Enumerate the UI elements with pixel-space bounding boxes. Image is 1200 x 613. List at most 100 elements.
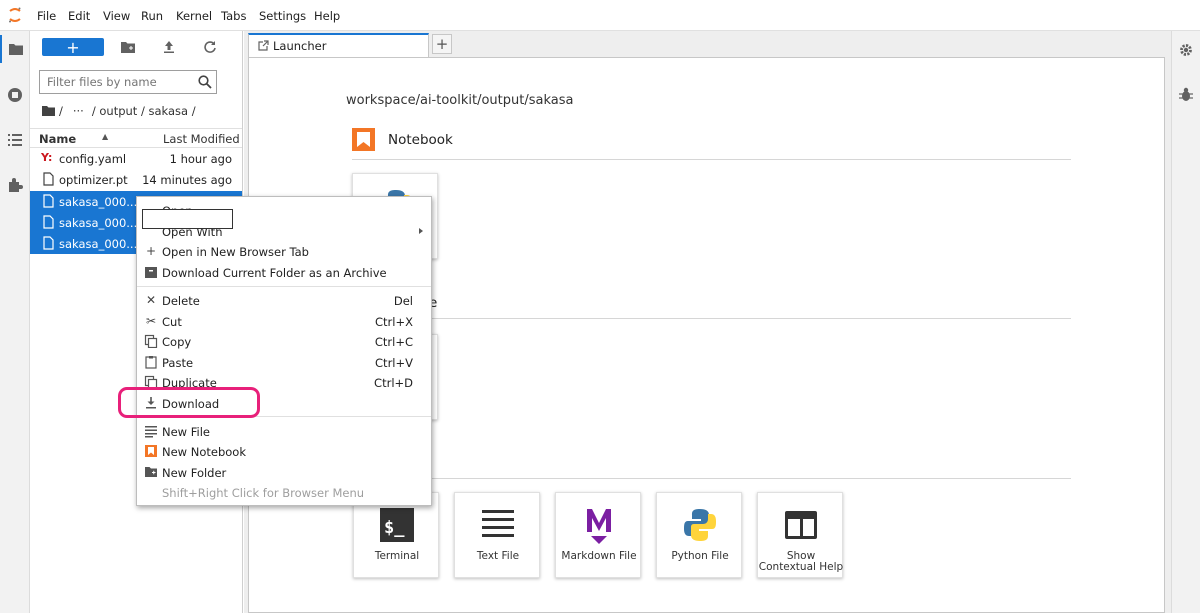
section-divider — [352, 478, 1071, 479]
menu-run[interactable]: Run — [141, 9, 163, 23]
upload-icon — [164, 41, 174, 53]
tab-bar: Launcher + — [244, 31, 1171, 57]
launcher-icon — [258, 40, 269, 51]
file-list-header: Name ▲ Last Modified — [30, 128, 242, 148]
menu-item-open-new-tab[interactable]: + Open in New Browser Tab — [137, 241, 431, 261]
card-label: Show Contextual Help — [758, 550, 844, 573]
text-file-card[interactable]: Text File — [454, 492, 540, 578]
card-label: Python File — [671, 550, 729, 562]
file-icon — [43, 172, 54, 186]
python-file-card[interactable]: Python File — [656, 492, 742, 578]
menu-item-label: Download Current Folder as an Archive — [162, 266, 387, 280]
menu-item-shortcut: Ctrl+D — [374, 376, 413, 390]
section-divider — [352, 159, 1071, 160]
name-column-header[interactable]: Name — [39, 132, 76, 146]
new-tab-button[interactable]: + — [432, 34, 452, 54]
notebook-section-icon — [352, 128, 375, 151]
table-of-contents-tab[interactable] — [0, 126, 30, 154]
file-name: optimizer.pt — [59, 173, 128, 187]
breadcrumb: / ··· / output / sakasa / — [42, 103, 196, 119]
menu-item-label: Paste — [162, 356, 194, 370]
contextual-help-card[interactable]: Show Contextual Help — [757, 492, 843, 578]
menu-hint-label: Shift+Right Click for Browser Menu — [162, 486, 365, 500]
file-name: sakasa_000... — [59, 216, 138, 230]
copy-icon — [144, 334, 158, 348]
gear-icon[interactable] — [1179, 43, 1193, 57]
markdown-file-card[interactable]: Markdown File — [555, 492, 641, 578]
menu-file[interactable]: File — [37, 9, 56, 23]
menu-item-new-file[interactable]: New File — [137, 421, 431, 441]
menu-item-shortcut: Del — [393, 294, 413, 308]
new-folder-icon — [145, 467, 157, 477]
close-icon: ✕ — [145, 293, 157, 307]
file-modified: 1 hour ago — [169, 152, 232, 166]
menu-item-delete[interactable]: ✕ Delete Del — [137, 290, 431, 310]
section-divider — [352, 318, 1071, 319]
python-logo-icon — [684, 509, 716, 541]
menu-item-browser-menu-hint: Shift+Right Click for Browser Menu — [137, 482, 431, 502]
menu-separator — [137, 286, 431, 287]
download-highlight-annotation — [118, 387, 260, 418]
file-icon — [43, 215, 54, 229]
new-launcher-button[interactable]: + — [42, 38, 104, 57]
notebook-icon — [145, 445, 157, 457]
running-sessions-tab[interactable] — [0, 81, 30, 109]
upload-button[interactable] — [161, 39, 177, 55]
menubar: File Edit View Run Kernel Tabs Settings … — [0, 0, 1200, 31]
menu-item-label: New Folder — [162, 466, 227, 480]
debugger-bug-icon[interactable] — [1179, 87, 1193, 102]
menu-settings[interactable]: Settings — [259, 9, 306, 23]
left-sidebar — [0, 31, 30, 613]
menu-item-new-notebook[interactable]: New Notebook — [137, 441, 431, 461]
file-icon — [43, 194, 54, 208]
rename-input-overlay[interactable] — [142, 209, 233, 229]
breadcrumb-ellipsis[interactable]: ··· — [73, 104, 84, 118]
file-name: config.yaml — [59, 152, 127, 166]
menu-item-shortcut: Ctrl+V — [375, 356, 413, 370]
menu-item-label: Cut — [162, 315, 182, 329]
yaml-file-icon: Y: — [41, 151, 53, 164]
menu-item-label: New File — [162, 425, 210, 439]
tab-launcher[interactable]: Launcher — [248, 33, 429, 57]
menu-item-new-folder[interactable]: New Folder — [137, 462, 431, 482]
markdown-icon — [587, 509, 611, 544]
puzzle-icon — [9, 178, 23, 192]
text-file-icon — [482, 510, 514, 537]
new-folder-icon — [121, 41, 135, 53]
launcher-cwd: workspace/ai-toolkit/output/sakasa — [346, 93, 574, 108]
file-filter-input[interactable] — [40, 71, 190, 93]
menu-item-label: Open in New Browser Tab — [162, 245, 309, 259]
last-modified-column-header[interactable]: Last Modified — [163, 132, 240, 146]
submenu-arrow-icon — [419, 228, 423, 234]
svg-text:$_: $_ — [384, 518, 405, 538]
menu-tabs[interactable]: Tabs — [221, 9, 246, 23]
menu-edit[interactable]: Edit — [68, 9, 90, 23]
refresh-icon — [204, 41, 216, 53]
sort-ascending-icon: ▲ — [102, 132, 109, 141]
menu-item-shortcut: Ctrl+C — [374, 335, 413, 349]
home-folder-icon[interactable] — [42, 106, 55, 116]
menu-item-cut[interactable]: ✂ Cut Ctrl+X — [137, 311, 431, 331]
breadcrumb-path[interactable]: / output / sakasa / — [92, 104, 196, 118]
menu-kernel[interactable]: Kernel — [176, 9, 212, 23]
file-browser-tab[interactable] — [0, 35, 30, 63]
file-row-optimizer-pt[interactable]: optimizer.pt 14 minutes ago — [30, 169, 242, 190]
refresh-button[interactable] — [202, 39, 218, 55]
menu-item-download-archive[interactable]: Download Current Folder as an Archive — [137, 262, 431, 282]
paste-icon — [145, 356, 157, 369]
folder-icon — [9, 44, 23, 55]
file-name: sakasa_000... — [59, 195, 138, 209]
menu-view[interactable]: View — [103, 9, 130, 23]
menu-item-paste[interactable]: Paste Ctrl+V — [137, 352, 431, 372]
file-name: sakasa_000... — [59, 237, 138, 251]
new-folder-button[interactable] — [120, 39, 136, 55]
file-filter-box — [39, 70, 217, 94]
menu-item-copy[interactable]: Copy Ctrl+C — [137, 331, 431, 351]
file-row-config-yaml[interactable]: Y: config.yaml 1 hour ago — [30, 148, 242, 169]
jupyter-logo-icon[interactable] — [8, 7, 22, 23]
plus-icon: + — [145, 244, 157, 258]
extension-manager-tab[interactable] — [0, 171, 30, 199]
breadcrumb-separator: / — [59, 104, 63, 118]
stop-circle-icon — [8, 88, 22, 102]
menu-help[interactable]: Help — [314, 9, 340, 23]
